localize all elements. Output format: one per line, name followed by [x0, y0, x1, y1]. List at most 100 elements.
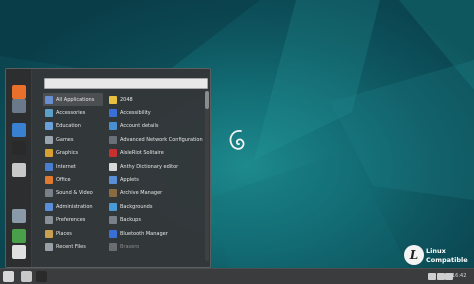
application-label: Account details	[120, 123, 159, 130]
category-item[interactable]: Places	[43, 227, 103, 240]
category-label: Preferences	[56, 217, 86, 224]
application-label: Anthy Dictionary editor	[120, 163, 179, 170]
application-item[interactable]: Backgrounds	[107, 200, 203, 213]
application-item[interactable]: Archive Manager	[107, 187, 203, 200]
category-item[interactable]: Sound & Video	[43, 187, 103, 200]
terminal-icon[interactable]	[12, 141, 26, 155]
watermark-logo: L	[404, 245, 424, 265]
administration-icon	[45, 202, 53, 211]
application-item[interactable]: Anthy Dictionary editor	[107, 160, 203, 173]
category-list: All Applications Accessories Education Game…	[43, 93, 103, 254]
account-details-icon	[109, 122, 117, 131]
category-item[interactable]: Graphics	[43, 147, 103, 160]
application-label: AisleRiot Solitaire	[120, 150, 164, 157]
scrollbar-thumb[interactable]	[205, 91, 209, 109]
category-item[interactable]: All Applications	[43, 93, 103, 107]
category-item[interactable]: Accessories	[43, 106, 103, 119]
accessibility-icon	[109, 109, 117, 118]
menu-button-icon[interactable]	[3, 271, 14, 282]
applets-icon	[109, 176, 117, 185]
network-tray-icon[interactable]	[437, 273, 445, 280]
backgrounds-icon	[109, 202, 117, 211]
application-item[interactable]: Accessibility	[107, 106, 203, 119]
dictionary-icon	[109, 162, 117, 171]
application-item[interactable]: Applets	[107, 173, 203, 186]
category-label: Accessories	[56, 110, 86, 117]
backups-icon	[109, 216, 117, 225]
application-label: 2048	[120, 96, 133, 103]
application-item[interactable]: Bluetooth Manager	[107, 227, 203, 240]
application-label: Bluetooth Manager	[120, 230, 168, 237]
menu-scrollbar[interactable]	[205, 91, 209, 261]
file-manager-icon[interactable]	[21, 271, 32, 282]
bottom-panel: 16:42	[0, 268, 474, 284]
application-label: Accessibility	[120, 110, 151, 117]
preferences-icon	[45, 216, 53, 225]
archive-icon	[109, 189, 117, 198]
media-player-icon[interactable]	[12, 123, 26, 137]
shutdown-icon[interactable]	[12, 245, 26, 259]
panel-clock[interactable]: 16:42	[452, 273, 466, 279]
category-item[interactable]: Education	[43, 120, 103, 133]
bluetooth-icon	[109, 229, 117, 238]
files-icon[interactable]	[12, 163, 26, 177]
application-list: 2048 Accessibility Account details Advanced…	[107, 93, 203, 254]
recent-files-icon	[45, 242, 53, 251]
application-label: Brasero	[120, 243, 140, 250]
graphics-icon	[45, 149, 53, 158]
app-2048-icon	[109, 95, 117, 104]
category-label: Education	[56, 123, 81, 130]
accessories-icon	[45, 109, 53, 118]
category-label: All Applications	[56, 96, 95, 103]
favorites-sidebar	[6, 69, 32, 267]
category-label: Places	[56, 230, 72, 237]
category-label: Office	[56, 177, 71, 184]
volume-icon[interactable]	[445, 273, 453, 280]
education-icon	[45, 122, 53, 131]
printer-icon[interactable]	[428, 273, 436, 280]
application-item[interactable]: Advanced Network Configuration	[107, 133, 203, 146]
category-label: Sound & Video	[56, 190, 93, 197]
application-item[interactable]: Backups	[107, 214, 203, 227]
category-label: Recent Files	[56, 243, 86, 250]
category-item[interactable]: Administration	[43, 200, 103, 213]
terminal-launcher-icon[interactable]	[36, 271, 47, 282]
application-label: Backgrounds	[120, 203, 153, 210]
category-label: Administration	[56, 203, 93, 210]
thunderbird-icon[interactable]	[12, 99, 26, 113]
application-label: Backups	[120, 217, 141, 224]
all-apps-icon	[45, 95, 53, 104]
games-icon	[45, 135, 53, 144]
watermark-line2: Compatible	[426, 256, 468, 264]
network-icon	[109, 135, 117, 144]
application-item[interactable]: 2048	[107, 93, 203, 106]
application-item[interactable]: Account details	[107, 120, 203, 133]
category-label: Games	[56, 136, 74, 143]
category-item[interactable]: Recent Files	[43, 240, 103, 253]
linux-compatible-watermark: L Linux Compatible	[404, 245, 470, 265]
internet-icon	[45, 162, 53, 171]
search-input[interactable]	[44, 78, 208, 89]
category-label: Internet	[56, 163, 76, 170]
category-item[interactable]: Preferences	[43, 214, 103, 227]
solitaire-icon	[109, 149, 117, 158]
software-manager-icon[interactable]	[12, 229, 26, 243]
category-item[interactable]: Internet	[43, 160, 103, 173]
watermark-line1: Linux	[426, 247, 446, 255]
application-item[interactable]: AisleRiot Solitaire	[107, 147, 203, 160]
application-label: Advanced Network Configuration	[120, 136, 203, 143]
category-item[interactable]: Games	[43, 133, 103, 146]
office-icon	[45, 176, 53, 185]
places-icon	[45, 229, 53, 238]
application-label: Applets	[120, 177, 139, 184]
firefox-icon[interactable]	[12, 85, 26, 99]
application-item[interactable]: Brasero	[107, 240, 203, 253]
application-label: Archive Manager	[120, 190, 163, 197]
category-item[interactable]: Office	[43, 173, 103, 186]
sound-video-icon	[45, 189, 53, 198]
application-menu: All Applications Accessories Education Game…	[5, 68, 211, 268]
category-label: Graphics	[56, 150, 79, 157]
brasero-icon	[109, 242, 117, 251]
debian-swirl-logo	[229, 130, 245, 150]
system-settings-icon[interactable]	[12, 209, 26, 223]
